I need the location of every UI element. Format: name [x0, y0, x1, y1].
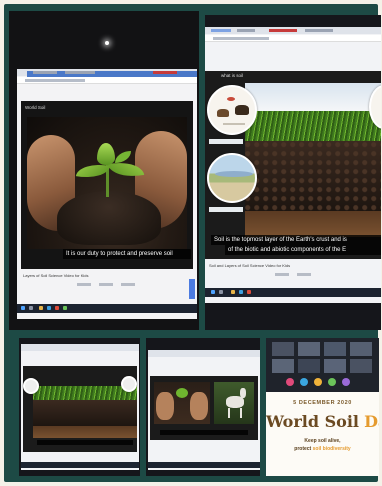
circle-label — [209, 139, 243, 144]
browser-tab-bar — [17, 69, 197, 78]
video-player[interactable] — [23, 366, 137, 452]
avatar — [314, 378, 322, 386]
video-caption-line-1: Soil is the topmost layer of the Earth's… — [211, 235, 381, 245]
caption-strip — [160, 430, 248, 435]
poster-tagline-2: protect soil biodiversity — [266, 446, 379, 452]
search-icon[interactable] — [29, 306, 33, 310]
laptop-screen — [148, 350, 260, 470]
small-circle — [121, 376, 137, 392]
photo-laptop-soil-layers: what is soil Soil is the topmost layer o… — [205, 15, 381, 330]
poster-title: World Soil Day — [266, 412, 379, 431]
circle-label — [209, 207, 243, 212]
participant-tile — [298, 342, 320, 356]
avatar — [328, 378, 336, 386]
poster-tagline-2-part-2: soil biodiversity — [312, 446, 351, 452]
hands-planting-image — [154, 382, 210, 424]
video-call-grid — [266, 338, 379, 392]
animals-circle — [207, 85, 257, 135]
video-window-title: what is soil — [221, 73, 244, 78]
sky-band — [245, 83, 381, 111]
laptop-screen: what is soil Soil is the topmost layer o… — [205, 27, 381, 303]
participant-tile — [324, 342, 346, 356]
participant-tile — [272, 342, 294, 356]
deer-image — [214, 382, 254, 424]
participant-tile — [324, 359, 346, 373]
folder-icon[interactable] — [39, 306, 43, 310]
video-footer-title: Layers of Soil Science Video for Kids — [23, 273, 89, 278]
windows-taskbar — [148, 462, 260, 468]
video-action-row — [275, 273, 345, 277]
subsoil-layer — [33, 426, 137, 438]
landscape-circle — [207, 153, 257, 203]
video-footer-title: Soil and Layers of Soil Science Video fo… — [209, 263, 291, 268]
small-circle — [23, 378, 39, 394]
chrome-icon[interactable] — [247, 290, 251, 294]
address-bar[interactable] — [205, 35, 381, 42]
leaf — [97, 143, 115, 165]
photo-laptop-seedling: World Soil It is our duty to protect and… — [9, 11, 199, 330]
ceiling-light — [105, 41, 109, 45]
address-bar[interactable] — [17, 77, 197, 84]
leaf — [115, 151, 131, 163]
folder-icon[interactable] — [231, 290, 235, 294]
video-caption-line-2: of the biotic and abiotic components of … — [225, 245, 381, 255]
poster-date: 5 DECEMBER 2020 — [293, 400, 352, 406]
windows-taskbar — [205, 288, 381, 297]
laptop-screen — [21, 344, 139, 470]
edge-icon[interactable] — [239, 290, 243, 294]
world-soil-day-poster: 5 DECEMBER 2020 World Soil Day Keep soil… — [266, 392, 379, 476]
poster-title-part-2: Day — [364, 412, 379, 431]
laptop-screen: World Soil It is our duty to protect and… — [17, 69, 197, 319]
windows-taskbar — [17, 304, 197, 313]
store-icon[interactable] — [63, 306, 67, 310]
participant-tile — [272, 359, 294, 373]
grass-strip — [245, 111, 381, 141]
browser-tab-bar — [148, 350, 260, 357]
start-icon[interactable] — [21, 306, 25, 310]
video-window-title: World Soil — [25, 105, 46, 110]
start-icon[interactable] — [211, 290, 215, 294]
browser-tab-bar — [205, 27, 381, 34]
photo-video-call-poster: 5 DECEMBER 2020 World Soil Day Keep soil… — [266, 338, 379, 476]
participant-tile — [298, 359, 320, 373]
avatar — [342, 378, 350, 386]
topsoil-layer — [33, 400, 137, 426]
photo-laptop-grass-layers — [19, 338, 140, 476]
topsoil-layer — [245, 141, 381, 211]
chrome-icon[interactable] — [55, 306, 59, 310]
soil-in-hands-image — [27, 117, 187, 249]
soil-mound — [57, 191, 161, 245]
video-action-row — [77, 283, 157, 287]
video-player[interactable]: World Soil It is our duty to protect and… — [21, 101, 193, 269]
avatar — [300, 378, 308, 386]
participant-tile — [350, 342, 372, 356]
windows-taskbar — [21, 462, 139, 468]
poster-tagline-1: Keep soil alive, — [304, 438, 341, 444]
photo-laptop-hands-deer — [146, 338, 260, 476]
subsoil-layer — [245, 211, 381, 237]
video-caption: It is our duty to protect and preserve s… — [63, 249, 191, 259]
browser-tab-bar — [21, 344, 139, 351]
poster-tagline-2-part-1: protect — [294, 446, 312, 452]
video-player[interactable]: what is soil Soil is the topmost layer o… — [205, 71, 381, 259]
caption-strip — [37, 440, 133, 445]
video-player[interactable] — [150, 376, 258, 440]
participant-tile — [350, 359, 372, 373]
search-icon[interactable] — [219, 290, 223, 294]
side-scroll-strip[interactable] — [189, 279, 195, 299]
avatar — [286, 378, 294, 386]
edge-icon[interactable] — [47, 306, 51, 310]
poster-title-part-1: World Soil — [266, 412, 359, 431]
